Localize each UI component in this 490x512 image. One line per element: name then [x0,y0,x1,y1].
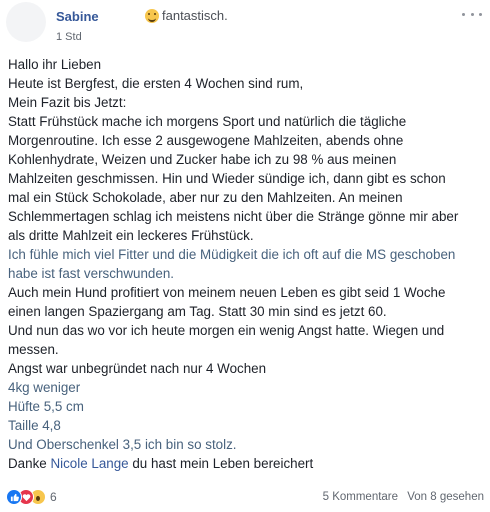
author-name[interactable]: Sabine [56,9,99,24]
post-footer: 6 5 Kommentare Von 8 gesehen [0,486,490,510]
closing-line: Danke Nicole Lange du hast mein Leben be… [8,454,484,473]
thanks-text: Danke [8,456,51,471]
post-text-line: Kohlenhydrate, Weizen und Zucker habe ic… [8,152,397,167]
post-text-line: Morgenroutine. Ich esse 2 ausgewogene Ma… [8,133,404,148]
feeling-status: fantastisch. [145,8,228,23]
feeling-label: fantastisch. [162,8,228,23]
post-text-line: habe ist fast verschwunden. [8,266,174,281]
post-body: Hallo ihr Lieben Heute ist Bergfest, die … [8,55,484,473]
post-text-line: Ich fühle mich viel Fitter und die Müdig… [8,247,456,262]
post-text-line: Mein Fazit bis Jetzt: [8,95,127,110]
avatar[interactable] [6,2,46,42]
post-text-line: 4kg weniger [8,380,81,395]
post-timestamp[interactable]: 1 Std [56,31,82,43]
post-text-line: Angst war unbegründet nach nur 4 Wochen [8,361,267,376]
happy-emoji-icon [145,8,159,23]
post-text-line: Auch mein Hund profitiert von meinem neu… [8,285,446,300]
post-text-line: Und Oberschenkel 3,5 ich bin so stolz. [8,437,237,452]
post-text-line: Taille 4,8 [8,418,61,433]
comments-count[interactable]: 5 Kommentare [323,491,398,503]
post-text-line: Mahlzeiten geschmissen. Hin und Wieder s… [8,171,446,186]
post-text-line: einen langen Spaziergang am Tag. Statt 3… [8,304,387,319]
post-text-line: Schlemmertagen schlag ich meistens nicht… [8,209,459,224]
post-stats: 5 Kommentare Von 8 gesehen [317,491,484,503]
post-text-line: Hallo ihr Lieben [8,57,102,72]
more-options-icon[interactable] [462,8,482,20]
mention-link[interactable]: Nicole Lange [50,456,128,471]
post-text-line: Hüfte 5,5 cm [8,399,84,414]
post-text-line: als dritte Mahlzeit ein leckeres Frühstü… [8,228,254,243]
post-text-line: Heute ist Bergfest, die ersten 4 Wochen … [8,76,304,91]
seen-count[interactable]: Von 8 gesehen [407,491,484,503]
post-text-line: mal ein Stück Schokolade, aber nur zu de… [8,190,403,205]
reaction-count: 6 [50,490,57,504]
reactions-summary[interactable]: 6 [6,489,57,505]
post-header: Sabine fantastisch. 1 Std [0,0,490,48]
post-text-line: Statt Frühstück mache ich morgens Sport … [8,114,407,129]
facebook-post: Sabine fantastisch. 1 Std Hallo ihr Lieb… [0,0,490,512]
like-icon [6,489,22,505]
post-text-line: Und nun das wo vor ich heute morgen ein … [8,323,445,338]
closing-text: du hast mein Leben bereichert [128,456,314,471]
post-text-line: messen. [8,342,59,357]
